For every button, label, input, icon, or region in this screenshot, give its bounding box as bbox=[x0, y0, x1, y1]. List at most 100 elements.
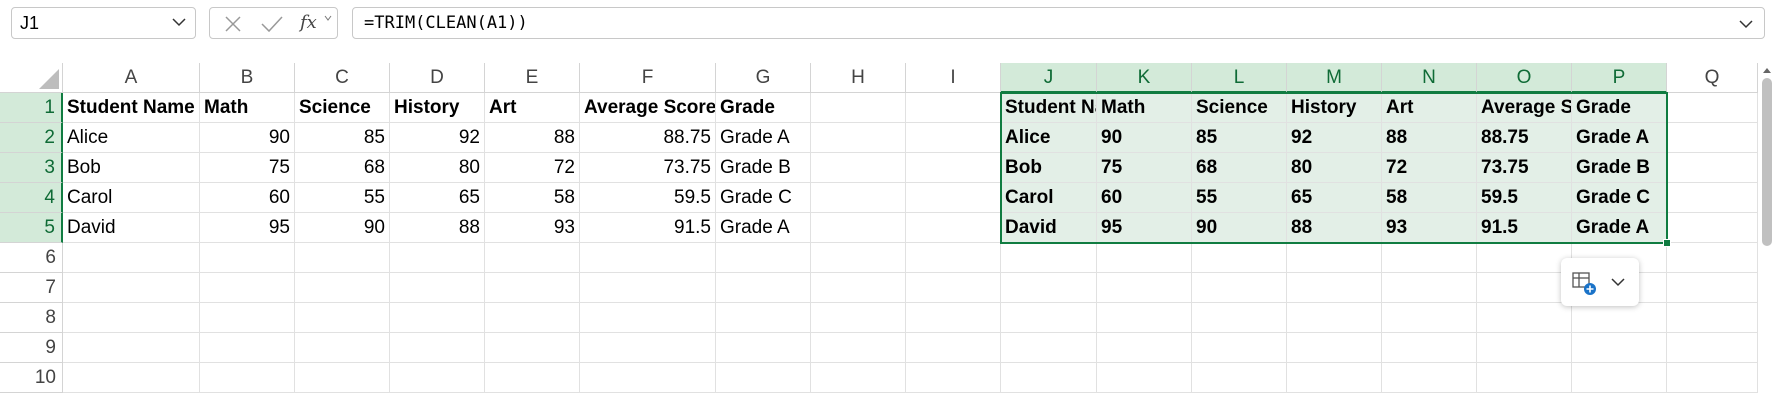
empty-cell[interactable] bbox=[1287, 333, 1382, 363]
cell-b4[interactable]: 60 bbox=[200, 183, 295, 213]
column-header-b[interactable]: B bbox=[200, 63, 295, 93]
empty-cell[interactable] bbox=[906, 213, 1001, 243]
cell-c5[interactable]: 90 bbox=[295, 213, 390, 243]
cell-l5[interactable]: 90 bbox=[1192, 213, 1287, 243]
empty-cell[interactable] bbox=[485, 333, 580, 363]
cell-c2[interactable]: 85 bbox=[295, 123, 390, 153]
expand-formula-bar-icon[interactable] bbox=[1738, 16, 1754, 32]
empty-cell[interactable] bbox=[1287, 243, 1382, 273]
cell-l4[interactable]: 55 bbox=[1192, 183, 1287, 213]
empty-cell[interactable] bbox=[1001, 363, 1097, 393]
cell-o5[interactable]: 91.5 bbox=[1477, 213, 1572, 243]
empty-cell[interactable] bbox=[1477, 273, 1572, 303]
cell-j1[interactable]: Student Na bbox=[1001, 93, 1097, 123]
cell-o1[interactable]: Average Sc bbox=[1477, 93, 1572, 123]
empty-cell[interactable] bbox=[1667, 273, 1758, 303]
empty-cell[interactable] bbox=[295, 333, 390, 363]
empty-cell[interactable] bbox=[63, 243, 200, 273]
empty-cell[interactable] bbox=[1477, 303, 1572, 333]
column-header-k[interactable]: K bbox=[1097, 63, 1192, 93]
empty-cell[interactable] bbox=[1001, 303, 1097, 333]
row-header-10[interactable]: 10 bbox=[0, 363, 63, 393]
empty-cell[interactable] bbox=[1382, 363, 1477, 393]
empty-cell[interactable] bbox=[200, 273, 295, 303]
column-header-f[interactable]: F bbox=[580, 63, 716, 93]
cell-d2[interactable]: 92 bbox=[390, 123, 485, 153]
cell-m1[interactable]: History bbox=[1287, 93, 1382, 123]
column-header-d[interactable]: D bbox=[390, 63, 485, 93]
cell-j3[interactable]: Bob bbox=[1001, 153, 1097, 183]
formula-text[interactable]: =TRIM(CLEAN(A1)) bbox=[364, 13, 528, 33]
fill-handle[interactable] bbox=[1663, 239, 1671, 247]
empty-cell[interactable] bbox=[200, 303, 295, 333]
empty-cell[interactable] bbox=[716, 333, 811, 363]
column-header-g[interactable]: G bbox=[716, 63, 811, 93]
empty-cell[interactable] bbox=[1192, 363, 1287, 393]
name-box[interactable]: J1 bbox=[11, 7, 196, 39]
cell-f3[interactable]: 73.75 bbox=[580, 153, 716, 183]
empty-cell[interactable] bbox=[1572, 363, 1667, 393]
row-header-6[interactable]: 6 bbox=[0, 243, 63, 273]
empty-cell[interactable] bbox=[906, 93, 1001, 123]
empty-cell[interactable] bbox=[200, 243, 295, 273]
column-header-p[interactable]: P bbox=[1572, 63, 1667, 93]
cell-p3[interactable]: Grade B bbox=[1572, 153, 1667, 183]
empty-cell[interactable] bbox=[811, 93, 906, 123]
empty-cell[interactable] bbox=[716, 273, 811, 303]
cell-p2[interactable]: Grade A bbox=[1572, 123, 1667, 153]
cell-e1[interactable]: Art bbox=[485, 93, 580, 123]
empty-cell[interactable] bbox=[485, 363, 580, 393]
empty-cell[interactable] bbox=[811, 273, 906, 303]
cell-g1[interactable]: Grade bbox=[716, 93, 811, 123]
cell-b1[interactable]: Math bbox=[200, 93, 295, 123]
empty-cell[interactable] bbox=[580, 243, 716, 273]
column-header-i[interactable]: I bbox=[906, 63, 1001, 93]
cell-b5[interactable]: 95 bbox=[200, 213, 295, 243]
empty-cell[interactable] bbox=[295, 363, 390, 393]
empty-cell[interactable] bbox=[1382, 273, 1477, 303]
empty-cell[interactable] bbox=[295, 273, 390, 303]
column-header-j[interactable]: J bbox=[1001, 63, 1097, 93]
empty-cell[interactable] bbox=[1192, 303, 1287, 333]
column-header-m[interactable]: M bbox=[1287, 63, 1382, 93]
column-header-l[interactable]: L bbox=[1192, 63, 1287, 93]
empty-cell[interactable] bbox=[1667, 93, 1758, 123]
cell-p5[interactable]: Grade A bbox=[1572, 213, 1667, 243]
empty-cell[interactable] bbox=[811, 333, 906, 363]
column-header-o[interactable]: O bbox=[1477, 63, 1572, 93]
empty-cell[interactable] bbox=[200, 363, 295, 393]
empty-cell[interactable] bbox=[716, 363, 811, 393]
cell-n2[interactable]: 88 bbox=[1382, 123, 1477, 153]
empty-cell[interactable] bbox=[906, 363, 1001, 393]
empty-cell[interactable] bbox=[906, 273, 1001, 303]
empty-cell[interactable] bbox=[1667, 363, 1758, 393]
empty-cell[interactable] bbox=[811, 243, 906, 273]
cell-n3[interactable]: 72 bbox=[1382, 153, 1477, 183]
empty-cell[interactable] bbox=[200, 333, 295, 363]
empty-cell[interactable] bbox=[1287, 273, 1382, 303]
empty-cell[interactable] bbox=[1001, 243, 1097, 273]
cell-o4[interactable]: 59.5 bbox=[1477, 183, 1572, 213]
cell-e2[interactable]: 88 bbox=[485, 123, 580, 153]
column-header-e[interactable]: E bbox=[485, 63, 580, 93]
empty-cell[interactable] bbox=[1667, 123, 1758, 153]
cell-a5[interactable]: David bbox=[63, 213, 200, 243]
empty-cell[interactable] bbox=[580, 273, 716, 303]
cell-o2[interactable]: 88.75 bbox=[1477, 123, 1572, 153]
empty-cell[interactable] bbox=[1287, 363, 1382, 393]
empty-cell[interactable] bbox=[906, 153, 1001, 183]
cell-k1[interactable]: Math bbox=[1097, 93, 1192, 123]
row-header-9[interactable]: 9 bbox=[0, 333, 63, 363]
row-header-7[interactable]: 7 bbox=[0, 273, 63, 303]
empty-cell[interactable] bbox=[1667, 243, 1758, 273]
empty-cell[interactable] bbox=[1382, 243, 1477, 273]
empty-cell[interactable] bbox=[1572, 303, 1667, 333]
cell-g5[interactable]: Grade A bbox=[716, 213, 811, 243]
check-icon[interactable] bbox=[260, 14, 284, 34]
empty-cell[interactable] bbox=[811, 213, 906, 243]
formula-input[interactable]: =TRIM(CLEAN(A1)) bbox=[352, 7, 1765, 39]
cell-m4[interactable]: 65 bbox=[1287, 183, 1382, 213]
cell-d5[interactable]: 88 bbox=[390, 213, 485, 243]
column-header-n[interactable]: N bbox=[1382, 63, 1477, 93]
empty-cell[interactable] bbox=[580, 363, 716, 393]
